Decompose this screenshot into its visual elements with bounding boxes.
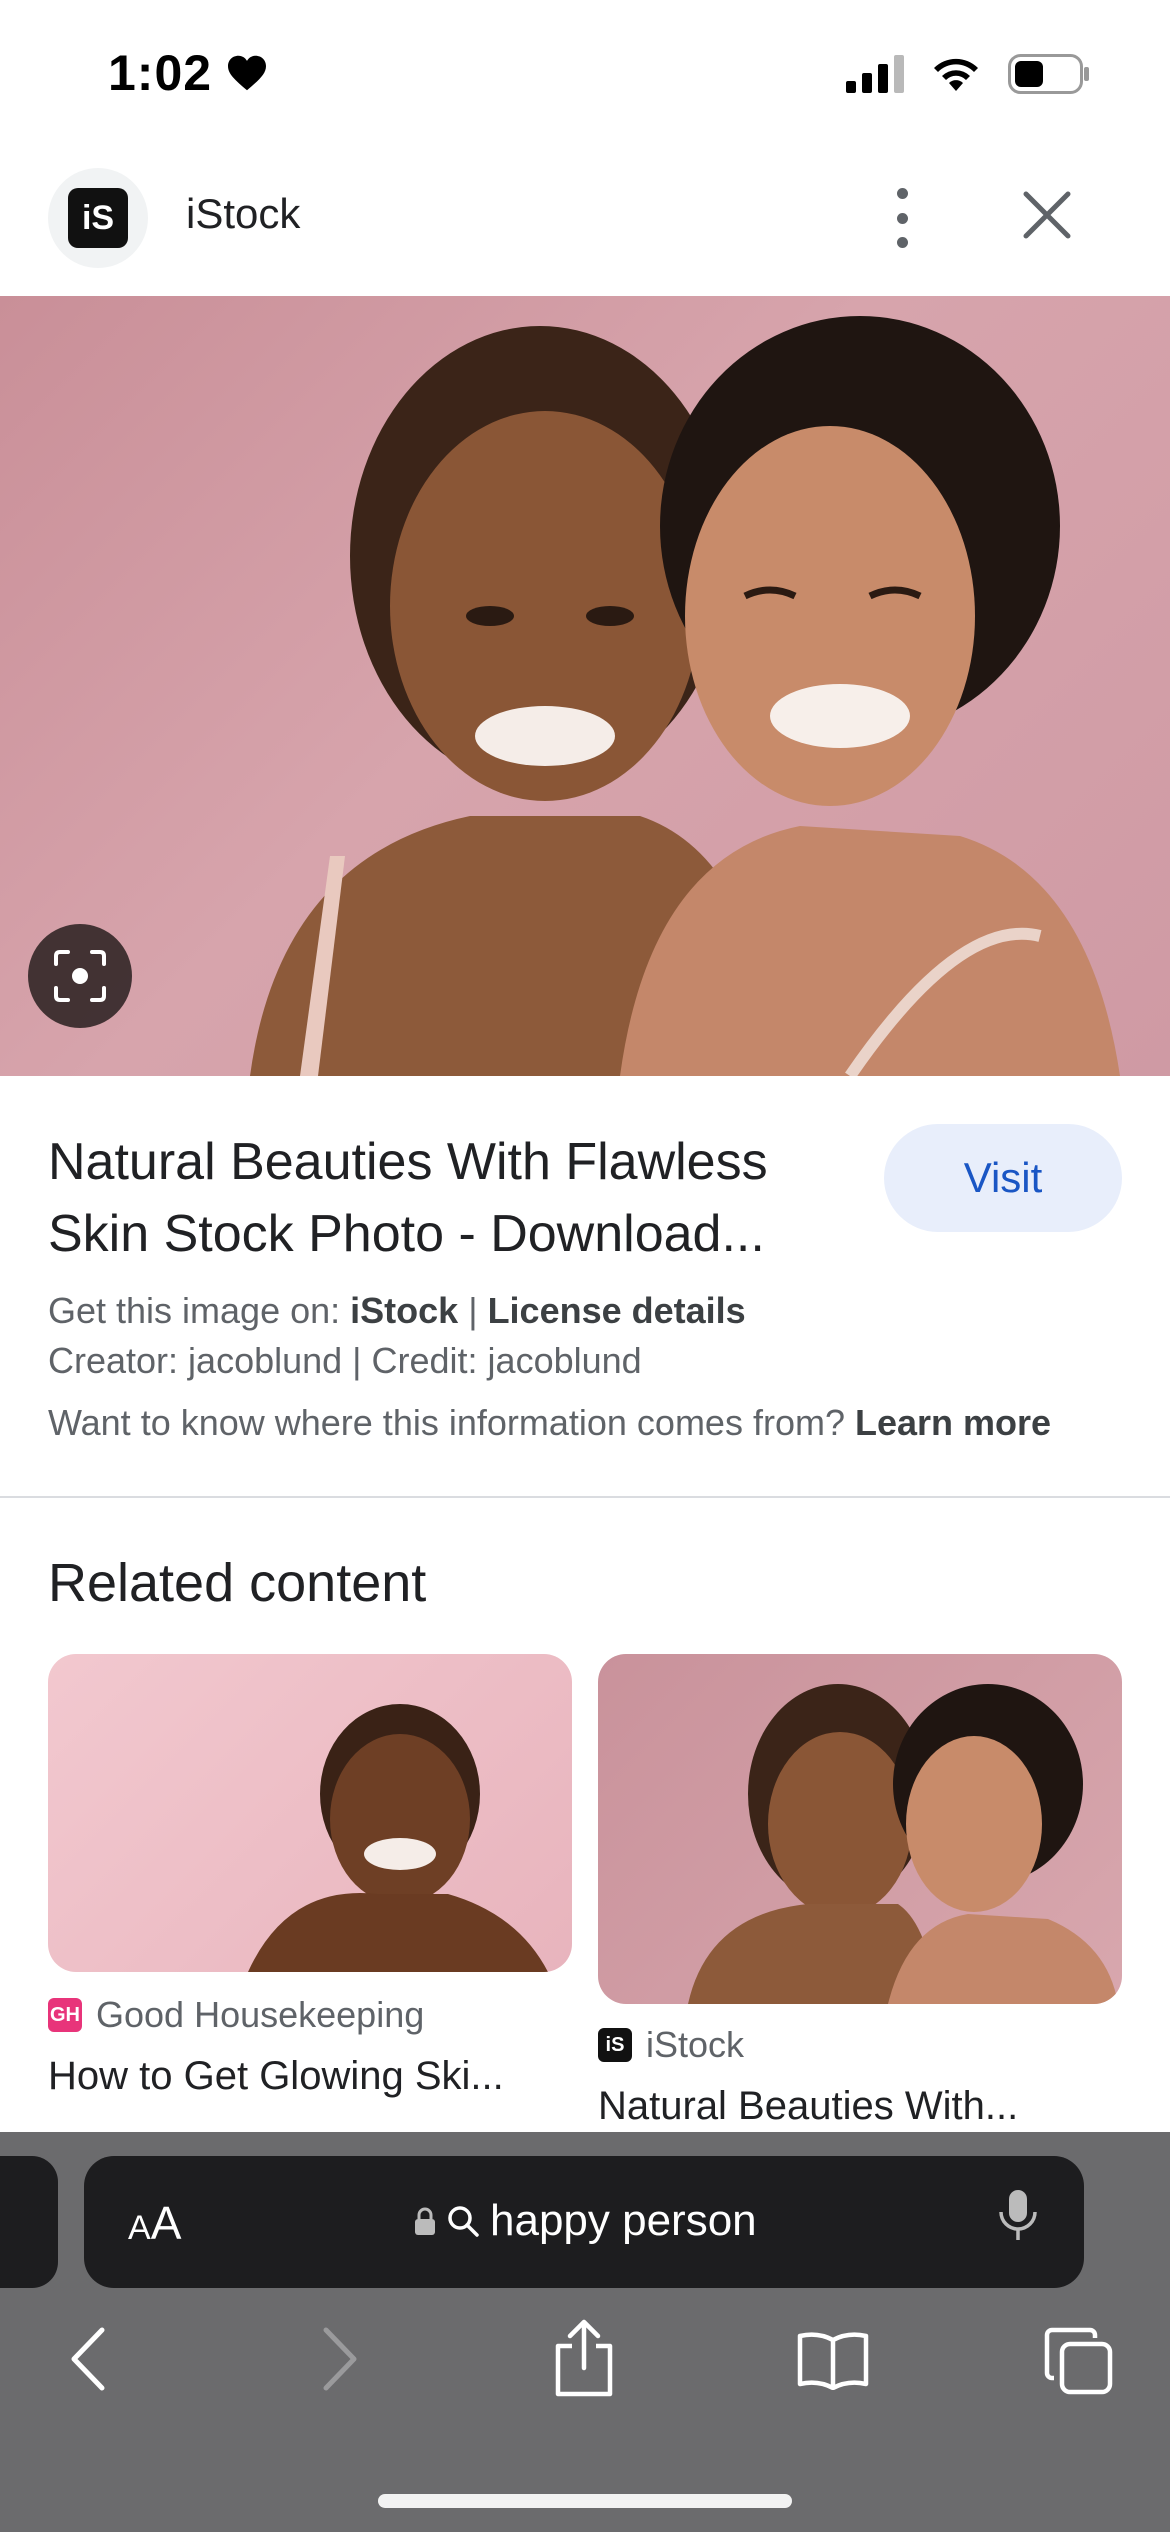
result-title-line2: Skin Stock Photo - Download...	[48, 1205, 765, 1263]
related-caption-1[interactable]: How to Get Glowing Ski...	[48, 2054, 572, 2099]
good-housekeeping-logo: GH	[48, 1998, 82, 2032]
related-caption-2[interactable]: Natural Beauties With...	[598, 2084, 1122, 2129]
info-line: Want to know where this information come…	[48, 1402, 1051, 1444]
divider	[0, 1496, 1170, 1498]
related-source-2[interactable]: iS iStock	[598, 2024, 744, 2066]
aa-large: A	[150, 2197, 182, 2249]
previous-tab-preview[interactable]	[0, 2156, 58, 2288]
microphone-icon[interactable]	[996, 2188, 1040, 2244]
result-title[interactable]: Natural Beauties With Flawless Skin Stoc…	[48, 1126, 888, 1270]
separator: |	[458, 1290, 488, 1331]
forward-icon	[323, 2327, 357, 2391]
wifi-icon	[934, 58, 978, 91]
search-icon	[448, 2206, 479, 2237]
tabs-icon[interactable]	[1044, 2326, 1114, 2396]
lens-icon[interactable]	[28, 924, 132, 1028]
creator-line: Creator: jacoblund | Credit: jacoblund	[48, 1340, 642, 1381]
share-icon[interactable]	[552, 2318, 616, 2398]
back-icon[interactable]	[66, 2324, 110, 2394]
status-icons	[846, 54, 1090, 94]
heart-icon	[228, 55, 267, 91]
bookmarks-icon[interactable]	[796, 2330, 870, 2390]
related-image-1[interactable]	[48, 1654, 572, 1972]
related-content-heading: Related content	[48, 1553, 427, 1613]
site-name[interactable]: iStock	[186, 190, 300, 238]
address-query[interactable]: happy person	[414, 2196, 757, 2246]
istock-small-logo: iS	[598, 2028, 632, 2062]
photo-illustration	[250, 316, 1120, 1076]
get-image-prefix: Get this image on:	[48, 1290, 351, 1331]
get-image-line: Get this image on: iStock | License deta…	[48, 1290, 746, 1332]
related-source-name: iStock	[646, 2024, 745, 2065]
info-prefix: Want to know where this information come…	[48, 1402, 855, 1443]
related-source-1[interactable]: GH Good Housekeeping	[48, 1994, 424, 2036]
site-favicon[interactable]: iS	[48, 168, 148, 268]
related-image-2[interactable]	[598, 1654, 1122, 2004]
search-query: happy person	[490, 2196, 757, 2245]
related-source-name: Good Housekeeping	[96, 1994, 425, 2035]
visit-button[interactable]: Visit	[884, 1124, 1122, 1232]
result-header: iS iStock	[0, 162, 1170, 296]
clock: 1:02	[108, 45, 213, 101]
photo-illustration	[688, 1684, 1118, 2004]
text-size-button[interactable]: AA	[128, 2196, 181, 2250]
photo-illustration	[248, 1704, 548, 1972]
result-image[interactable]	[0, 296, 1170, 1076]
close-icon[interactable]	[1016, 184, 1078, 246]
lock-icon	[415, 2207, 435, 2235]
status-time: 1:02	[108, 44, 268, 102]
more-options-icon[interactable]	[880, 188, 924, 248]
battery-icon	[1008, 54, 1089, 94]
home-indicator[interactable]	[378, 2494, 792, 2508]
license-details-link[interactable]: License details	[488, 1290, 746, 1331]
source-link[interactable]: iStock	[350, 1290, 458, 1331]
result-title-line1: Natural Beauties With Flawless	[48, 1133, 768, 1191]
signal-icon	[846, 55, 904, 93]
learn-more-link[interactable]: Learn more	[855, 1402, 1051, 1443]
istock-logo: iS	[68, 188, 128, 248]
aa-small: A	[128, 2209, 151, 2247]
